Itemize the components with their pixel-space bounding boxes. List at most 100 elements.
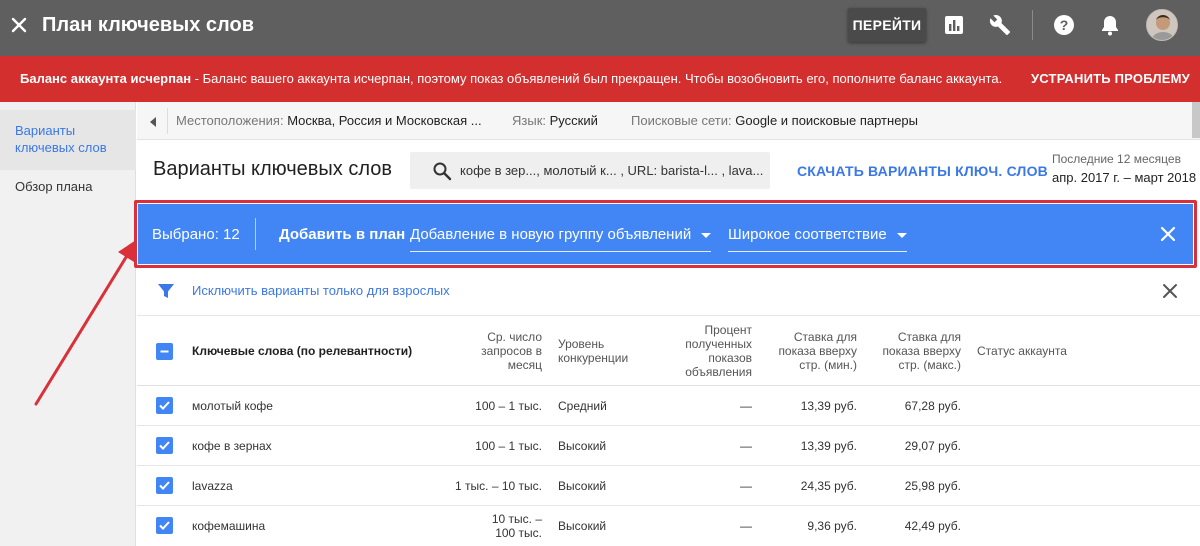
section-title: Варианты ключевых слов (153, 158, 392, 180)
select-all-checkbox[interactable] (156, 343, 173, 360)
bid-low-cell: 9,36 руб. (807, 519, 857, 533)
bar-chart-icon[interactable] (943, 14, 965, 36)
bid-low-cell: 13,39 руб. (800, 399, 857, 413)
location-value: Москва, Россия и Московская ... (287, 113, 482, 128)
bid-high-cell: 42,49 руб. (904, 519, 961, 533)
header-line: Ср. число (487, 330, 542, 344)
bid-low-cell: 24,35 руб. (800, 479, 857, 493)
ad-group-dropdown[interactable]: Добавление в новую группу объявлений (410, 226, 712, 252)
row-checkbox[interactable] (156, 477, 173, 494)
close-icon[interactable] (8, 14, 30, 36)
header-line: показа вверху (882, 344, 961, 358)
searches-cell: 1 тыс. – 10 тыс. (455, 479, 542, 493)
alert-message: Баланс аккаунта исчерпан - Баланс вашего… (20, 71, 1002, 86)
table-row[interactable]: кофемашина 10 тыс. – 100 тыс. Высокий — … (137, 506, 1200, 546)
ad-group-dropdown-value: Добавление в новую группу объявлений (410, 226, 692, 243)
header-line: показа вверху (778, 344, 857, 358)
header-line: стр. (мин.) (799, 358, 857, 372)
alert-title: Баланс аккаунта исчерпан (20, 71, 192, 86)
table-row[interactable]: молотый кофе 100 – 1 тыс. Средний — 13,3… (137, 386, 1200, 426)
header-line: стр. (макс.) (898, 358, 961, 372)
competition-cell: Высокий (558, 439, 607, 453)
close-selection-icon[interactable] (1158, 224, 1178, 244)
location-filter[interactable]: Местоположения: Москва, Россия и Московс… (176, 113, 482, 128)
alert-description: - Баланс вашего аккаунта исчерпан, поэто… (191, 71, 1003, 86)
add-to-plan-label: Добавить в план (279, 226, 406, 243)
wrench-icon[interactable] (989, 14, 1011, 36)
chevron-down-icon (701, 232, 712, 238)
search-query: кофе в зер..., молотый к... , URL: baris… (460, 163, 764, 178)
table-header: Ключевые слова (по релевантности) Ср. чи… (137, 316, 1200, 386)
column-header-impression-share[interactable]: Процент полученных показов объявления (662, 323, 752, 379)
row-checkbox[interactable] (156, 437, 173, 454)
column-header-bid-high[interactable]: Ставка для показа вверху стр. (макс.) (861, 330, 961, 372)
header-line: Процент (704, 323, 752, 337)
header-line: показов (708, 351, 752, 365)
account-balance-alert: Баланс аккаунта исчерпан - Баланс вашего… (0, 56, 1200, 102)
networks-label: Поисковые сети: (631, 113, 732, 128)
goto-button[interactable]: ПЕРЕЙТИ (848, 8, 926, 42)
share-cell: — (740, 519, 752, 533)
competition-cell: Средний (558, 399, 607, 413)
bid-high-cell: 67,28 руб. (904, 399, 961, 413)
match-type-dropdown[interactable]: Широкое соответствие (728, 226, 907, 252)
keyword-search-box[interactable]: кофе в зер..., молотый к... , URL: baris… (410, 152, 770, 189)
column-header-keyword[interactable]: Ключевые слова (по релевантности) (192, 344, 412, 358)
searches-line: 10 тыс. – (491, 512, 542, 526)
header-line: конкуренции (558, 351, 629, 365)
share-cell: — (740, 479, 752, 493)
sidebar-item-keyword-ideas[interactable]: Варианты ключевых слов (0, 110, 136, 170)
competition-cell: Высокий (558, 479, 607, 493)
search-icon (432, 161, 452, 181)
bell-icon[interactable] (1099, 14, 1121, 36)
adult-filter-row: Исключить варианты только для взрослых (137, 268, 1200, 316)
header-line: Ставка для (793, 330, 857, 344)
period-selector[interactable]: апр. 2017 г. – март 2018 (1052, 170, 1196, 185)
collapse-arrow-icon[interactable] (145, 114, 161, 130)
language-value: Русский (549, 113, 598, 128)
language-label: Язык: (512, 113, 546, 128)
column-header-status[interactable]: Статус аккаунта (977, 344, 1067, 358)
scrollbar-thumb[interactable] (1192, 102, 1200, 138)
keyword-cell: кофе в зернах (192, 439, 272, 453)
exclude-adult-ideas-link[interactable]: Исключить варианты только для взрослых (192, 283, 450, 298)
header-line: Ставка для (897, 330, 961, 344)
help-icon[interactable]: ? (1053, 14, 1075, 36)
searches-line: 100 тыс. (495, 526, 542, 540)
column-header-bid-low[interactable]: Ставка для показа вверху стр. (мин.) (757, 330, 857, 372)
keyword-cell: молотый кофе (192, 399, 273, 413)
keyword-cell: кофемашина (192, 519, 266, 533)
fix-problem-button[interactable]: УСТРАНИТЬ ПРОБЛЕМУ (1031, 71, 1190, 86)
download-keywords-button[interactable]: СКАЧАТЬ ВАРИАНТЫ КЛЮЧ. СЛОВ (797, 163, 1048, 179)
user-avatar[interactable] (1146, 9, 1178, 41)
networks-filter[interactable]: Поисковые сети: Google и поисковые партн… (631, 113, 918, 128)
location-label: Местоположения: (176, 113, 284, 128)
share-cell: — (740, 439, 752, 453)
language-filter[interactable]: Язык: Русский (512, 113, 598, 128)
competition-cell: Высокий (558, 519, 607, 533)
table-row[interactable]: кофе в зернах 100 – 1 тыс. Высокий — 13,… (137, 426, 1200, 466)
searches-cell: 100 – 1 тыс. (475, 439, 542, 453)
match-type-dropdown-value: Широкое соответствие (728, 226, 887, 243)
row-checkbox[interactable] (156, 517, 173, 534)
keyword-planner-screen: План ключевых слов ПЕРЕЙТИ ? Баланс акка… (0, 0, 1200, 546)
close-filter-icon[interactable] (1161, 282, 1179, 300)
toolbar-divider (1032, 10, 1033, 40)
header-line: полученных (685, 337, 752, 351)
sidebar-item-plan-overview[interactable]: Обзор плана (0, 178, 136, 195)
column-header-searches[interactable]: Ср. число запросов в месяц (462, 330, 542, 372)
header-line: месяц (507, 358, 542, 372)
column-header-competition[interactable]: Уровень конкуренции (558, 337, 628, 365)
table-row[interactable]: lavazza 1 тыс. – 10 тыс. Высокий — 24,35… (137, 466, 1200, 506)
row-checkbox[interactable] (156, 397, 173, 414)
app-title: План ключевых слов (42, 14, 254, 36)
searches-cell: 10 тыс. – 100 тыс. (422, 512, 542, 540)
annotation-arrow (34, 240, 136, 406)
selection-divider (255, 218, 256, 250)
chevron-down-icon (896, 232, 907, 238)
bid-low-cell: 13,39 руб. (800, 439, 857, 453)
filters-bar: Местоположения: Москва, Россия и Московс… (137, 102, 1200, 140)
selection-bar: Выбрано: 12 Добавить в план Добавление в… (138, 204, 1193, 264)
bid-high-cell: 29,07 руб. (904, 439, 961, 453)
svg-text:?: ? (1060, 17, 1069, 33)
